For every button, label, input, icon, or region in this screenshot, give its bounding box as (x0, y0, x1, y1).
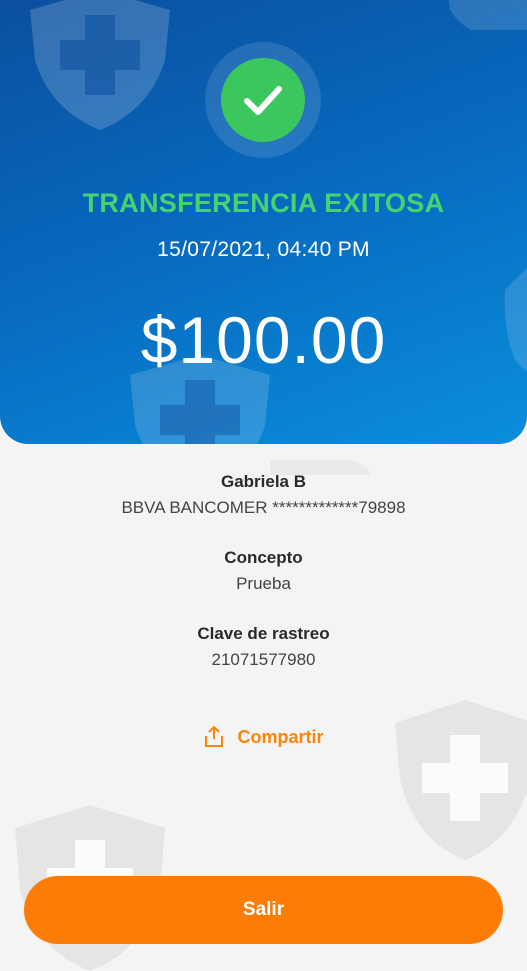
share-label: Compartir (237, 726, 324, 747)
shield-watermark-icon (395, 700, 527, 860)
success-header: TRANSFERENCIA EXITOSA 15/07/2021, 04:40 … (0, 0, 527, 444)
shield-watermark-icon (448, 0, 527, 30)
recipient-info: Gabriela B BBVA BANCOMER *************79… (0, 472, 527, 518)
exit-label: Salir (242, 899, 285, 920)
recipient-name: Gabriela B (220, 472, 307, 491)
share-button[interactable]: Compartir (0, 725, 527, 749)
recipient-account: BBVA BANCOMER *************79898 (121, 498, 406, 517)
status-title: TRANSFERENCIA EXITOSA (82, 188, 445, 218)
share-icon (205, 725, 224, 747)
concept-section: Concepto Prueba (0, 548, 527, 594)
exit-button[interactable]: Salir (24, 876, 503, 944)
tracking-label: Clave de rastreo (197, 624, 330, 643)
concept-value: Prueba (236, 574, 291, 593)
tracking-value: 21071577980 (211, 650, 316, 669)
check-icon (244, 86, 282, 115)
transfer-datetime: 15/07/2021, 04:40 PM (157, 238, 370, 261)
success-circle (221, 58, 305, 142)
tracking-section: Clave de rastreo 21071577980 (0, 624, 527, 670)
concept-label: Concepto (224, 548, 303, 567)
shield-watermark-icon (30, 0, 170, 130)
transfer-amount: $100.00 (140, 303, 387, 377)
status-badge (205, 42, 321, 158)
